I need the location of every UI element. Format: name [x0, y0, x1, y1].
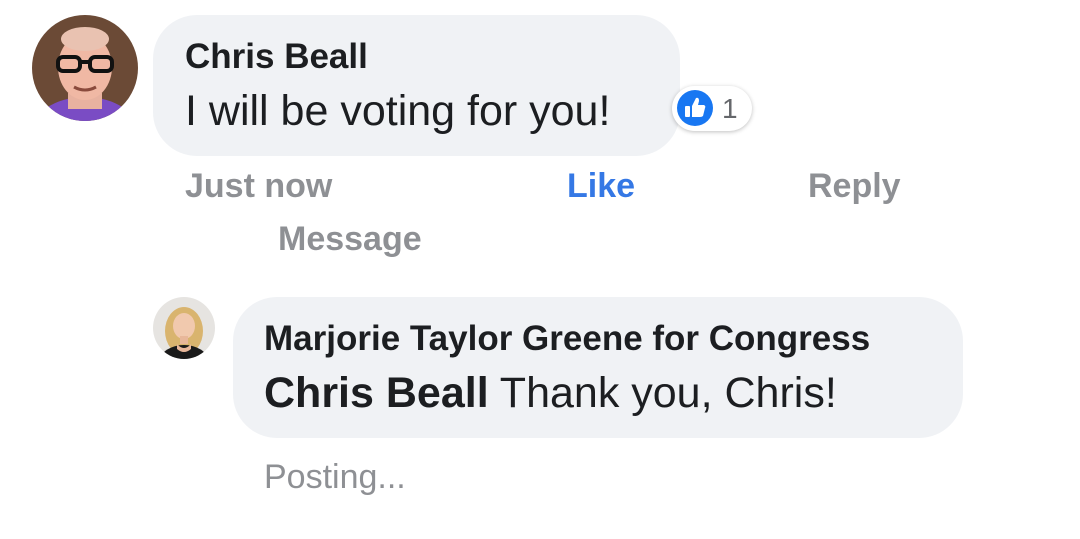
- thumbs-up-icon: [676, 89, 714, 127]
- reply-bubble: Marjorie Taylor Greene for Congress Chri…: [233, 297, 963, 438]
- reply-button[interactable]: Reply: [808, 167, 901, 206]
- reply-content: Chris Beall Thank you, Chris!: [264, 369, 837, 418]
- comment-author-name[interactable]: Chris Beall: [185, 37, 368, 77]
- reaction-count: 1: [722, 93, 738, 124]
- commenter-avatar[interactable]: [32, 15, 138, 121]
- comment-timestamp[interactable]: Just now: [185, 167, 332, 206]
- page-avatar[interactable]: [153, 297, 215, 359]
- like-button[interactable]: Like: [567, 167, 635, 206]
- mention-link[interactable]: Chris Beall: [264, 369, 489, 417]
- reaction-summary[interactable]: 1: [672, 86, 752, 131]
- comment-bubble: Chris Beall I will be voting for you!: [153, 15, 680, 156]
- message-button[interactable]: Message: [278, 220, 422, 259]
- comment-text: I will be voting for you!: [185, 87, 611, 135]
- reply-author-name[interactable]: Marjorie Taylor Greene for Congress: [264, 319, 870, 359]
- posting-status: Posting...: [264, 458, 406, 496]
- reply-text: Thank you, Chris!: [488, 369, 837, 417]
